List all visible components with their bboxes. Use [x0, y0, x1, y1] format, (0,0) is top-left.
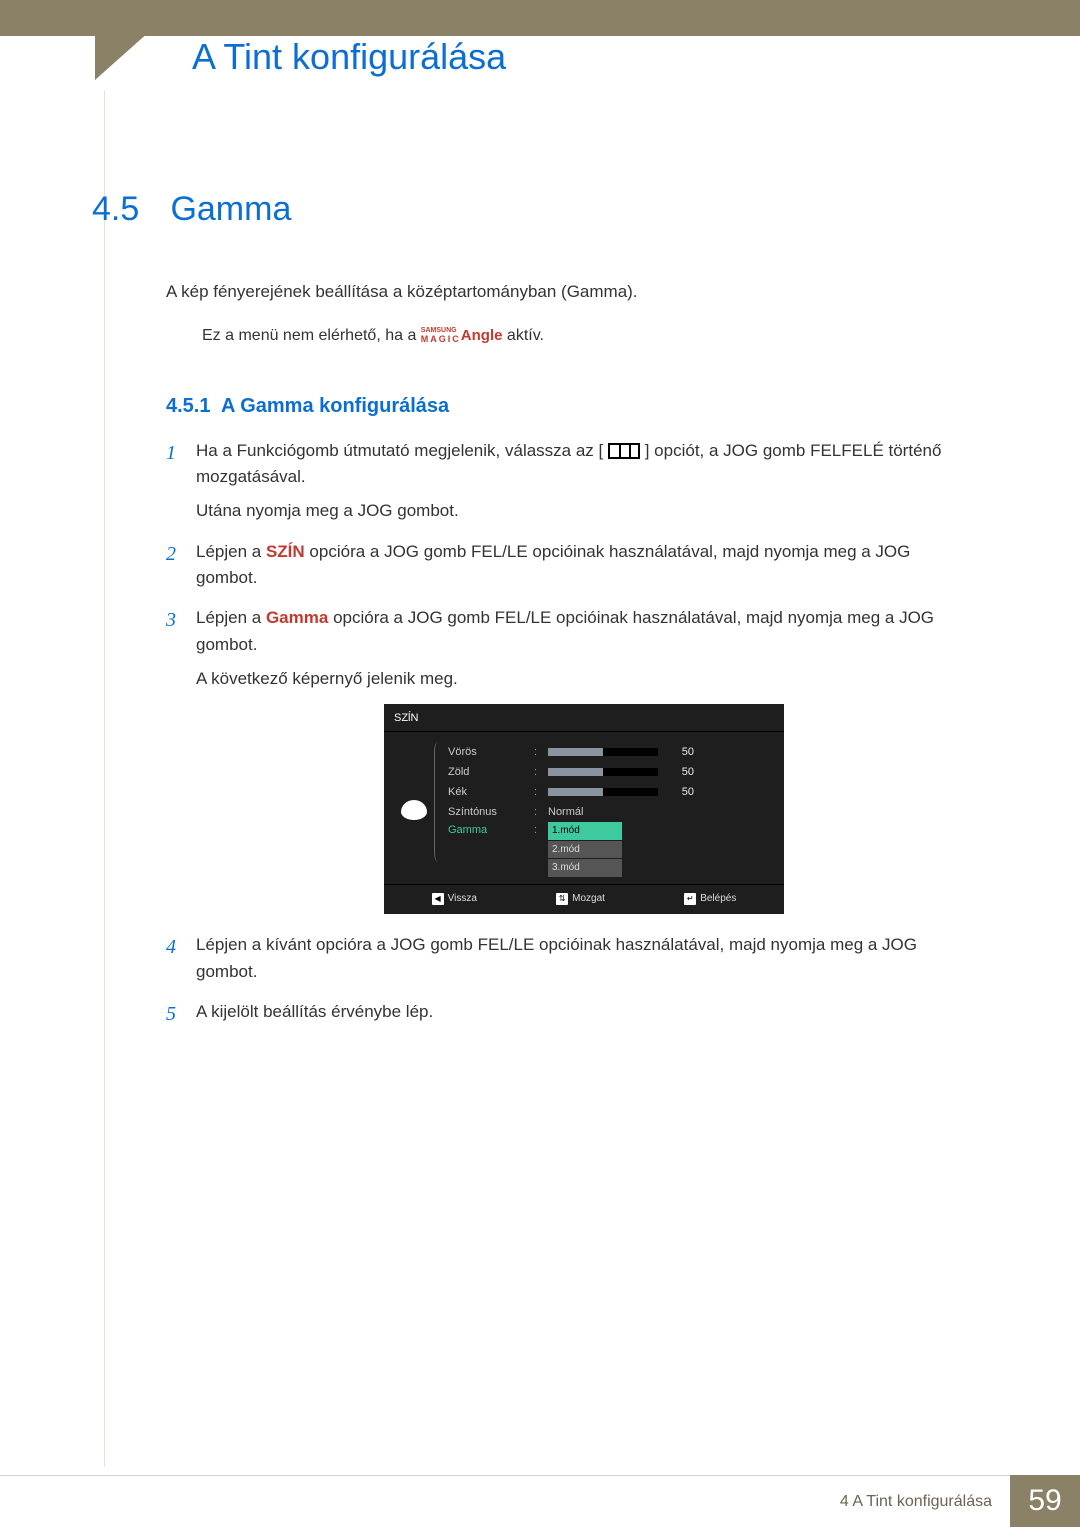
osd-colon: :	[534, 804, 540, 821]
osd-option: 2.mód	[548, 841, 622, 859]
step-4: 4 Lépjen a kívánt opcióra a JOG gomb FEL…	[166, 932, 972, 985]
menu-icon	[608, 443, 640, 459]
move-icon: ⇅	[556, 893, 568, 905]
osd-colon: :	[534, 822, 540, 839]
step-2: 2 Lépjen a SZÍN opcióra a JOG gomb FEL/L…	[166, 539, 972, 592]
osd-colon: :	[534, 784, 540, 801]
osd-footer-back: ◀Vissza	[432, 891, 477, 907]
osd-row-gamma: Gamma : 1.mód 2.mód 3.mód	[448, 822, 768, 878]
osd-label: Színtónus	[448, 804, 526, 821]
osd-label-selected: Gamma	[448, 822, 526, 839]
step-4-text: Lépjen a kívánt opcióra a JOG gomb FEL/L…	[196, 935, 917, 980]
palette-icon	[401, 800, 427, 820]
osd-arc	[434, 742, 438, 862]
osd-footer: ◀Vissza ⇅Mozgat ↵Belépés	[384, 884, 784, 909]
step-2-word: SZÍN	[266, 542, 305, 561]
osd-value: 50	[666, 784, 694, 801]
section-heading: 4.5 Gamma	[92, 190, 972, 229]
osd-row-green: Zöld : 50	[448, 762, 768, 782]
osd-bar	[548, 768, 658, 776]
footer-breadcrumb: 4 A Tint konfigurálása	[0, 1475, 1010, 1527]
osd-option-selected: 1.mód	[548, 822, 622, 840]
osd-menu: Vörös : 50 Zöld : 50 Kék	[448, 742, 768, 878]
step-number: 5	[166, 999, 176, 1030]
step-1: 1 Ha a Funkciógomb útmutató megjelenik, …	[166, 438, 972, 525]
page-number: 59	[1010, 1475, 1080, 1527]
osd-bar-fill	[548, 768, 603, 776]
osd-footer-move: ⇅Mozgat	[556, 891, 605, 907]
osd-bar-fill	[548, 748, 603, 756]
osd-option: 3.mód	[548, 859, 622, 877]
angle-word: Angle	[461, 327, 503, 344]
step-number: 3	[166, 605, 176, 636]
step-5: 5 A kijelölt beállítás érvénybe lép.	[166, 999, 972, 1025]
subsection-number: 4.5.1	[166, 395, 210, 417]
chapter-tab	[95, 0, 185, 80]
section-title: Gamma	[170, 190, 291, 229]
back-icon: ◀	[432, 893, 444, 905]
osd-value: 50	[666, 744, 694, 761]
osd-body: Vörös : 50 Zöld : 50 Kék	[384, 732, 784, 884]
step-number: 2	[166, 539, 176, 570]
samsung-magic-logo: SAMSUNG MAGIC	[421, 327, 461, 343]
subsection-heading: 4.5.1 A Gamma konfigurálása	[166, 395, 972, 418]
step-3-before: Lépjen a	[196, 608, 266, 627]
subsection-title: A Gamma konfigurálása	[221, 395, 449, 417]
chapter-title: A Tint konfigurálása	[192, 36, 506, 78]
osd-bar	[548, 748, 658, 756]
step-2-before: Lépjen a	[196, 542, 266, 561]
note-prefix: Ez a menü nem elérhető, ha a	[202, 327, 421, 344]
steps-list: 1 Ha a Funkciógomb útmutató megjelenik, …	[166, 438, 972, 1026]
osd-bar-fill	[548, 788, 603, 796]
brand-bot: MAGIC	[421, 335, 461, 343]
step-number: 4	[166, 932, 176, 963]
osd-colon: :	[534, 744, 540, 761]
step-1b: Utána nyomja meg a JOG gombot.	[196, 498, 972, 524]
osd-label: Vörös	[448, 744, 526, 761]
enter-icon: ↵	[684, 893, 696, 905]
osd-options: 1.mód 2.mód 3.mód	[548, 822, 622, 878]
section-number: 4.5	[92, 190, 166, 229]
content: 4.5 Gamma A kép fényerejének beállítása …	[92, 190, 972, 1039]
step-3b: A következő képernyő jelenik meg.	[196, 666, 972, 692]
note-row: Ez a menü nem elérhető, ha a SAMSUNG MAG…	[202, 327, 972, 345]
osd-bar	[548, 788, 658, 796]
osd-value: Normál	[548, 804, 583, 821]
osd-footer-enter: ↵Belépés	[684, 891, 736, 907]
step-1a-before: Ha a Funkciógomb útmutató megjelenik, vá…	[196, 441, 603, 460]
osd-row-tint: Színtónus : Normál	[448, 802, 768, 822]
osd-screenshot: SZĺN Vörös : 50 Zöld	[384, 704, 784, 914]
page-footer: 4 A Tint konfigurálása 59	[0, 1475, 1080, 1527]
step-3: 3 Lépjen a Gamma opcióra a JOG gomb FEL/…	[166, 605, 972, 914]
step-5-text: A kijelölt beállítás érvénybe lép.	[196, 1002, 433, 1021]
osd-row-red: Vörös : 50	[448, 742, 768, 762]
section-intro: A kép fényerejének beállítása a középtar…	[166, 279, 972, 305]
note-suffix: aktív.	[507, 327, 544, 344]
osd-row-blue: Kék : 50	[448, 782, 768, 802]
osd-title: SZĺN	[384, 704, 784, 732]
osd-left	[394, 742, 434, 878]
osd-colon: :	[534, 764, 540, 781]
osd-label: Kék	[448, 784, 526, 801]
osd-value: 50	[666, 764, 694, 781]
step-number: 1	[166, 438, 176, 469]
step-3-word: Gamma	[266, 608, 328, 627]
osd-label: Zöld	[448, 764, 526, 781]
